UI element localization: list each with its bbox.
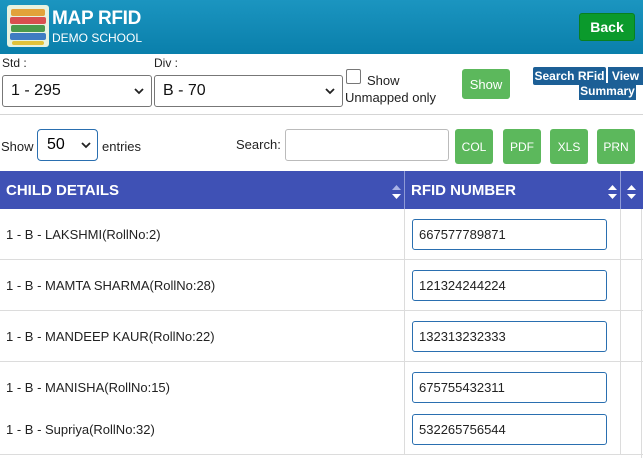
- books-logo-icon: [7, 5, 49, 47]
- search-label: Search:: [236, 137, 281, 152]
- table-row: 1 - B - Supriya(RollNo:32) 532265756544: [0, 404, 643, 455]
- xls-button[interactable]: XLS: [550, 129, 588, 164]
- div-select-value: B - 70: [163, 82, 206, 99]
- rfid-input[interactable]: 667577789871: [412, 219, 607, 250]
- col-button[interactable]: COL: [455, 129, 493, 164]
- rfid-input[interactable]: 675755432311: [412, 372, 607, 403]
- column-header-rfid-number[interactable]: RFID NUMBER: [411, 171, 516, 209]
- show-button[interactable]: Show: [462, 69, 510, 99]
- div-label: Div :: [154, 56, 178, 70]
- prn-button[interactable]: PRN: [597, 129, 635, 164]
- section-divider: [0, 114, 643, 115]
- pdf-button[interactable]: PDF: [503, 129, 541, 164]
- column-separator: [620, 171, 621, 209]
- chevron-down-icon: [81, 142, 91, 149]
- child-details-cell: 1 - B - LAKSHMI(RollNo:2): [6, 227, 161, 242]
- app-title: MAP RFID: [52, 8, 142, 29]
- child-details-cell: 1 - B - MAMTA SHARMA(RollNo:28): [6, 278, 216, 293]
- show-unmapped-label-line1: Show: [367, 73, 400, 88]
- back-button[interactable]: Back: [579, 13, 635, 41]
- entries-select[interactable]: 50: [37, 129, 98, 161]
- show-entries-label: Show: [1, 139, 34, 154]
- rfid-input[interactable]: 532265756544: [412, 414, 607, 445]
- table-right-border: [641, 209, 642, 458]
- child-details-cell: 1 - B - Supriya(RollNo:32): [6, 422, 155, 437]
- chevron-down-icon: [134, 88, 144, 95]
- child-details-cell: 1 - B - MANDEEP KAUR(RollNo:22): [6, 329, 215, 344]
- table-row: 1 - B - MANDEEP KAUR(RollNo:22) 13231323…: [0, 311, 643, 362]
- school-name: DEMO SCHOOL: [52, 31, 143, 45]
- entries-select-value: 50: [47, 136, 65, 153]
- search-input[interactable]: [285, 129, 449, 161]
- std-select[interactable]: 1 - 295: [2, 75, 152, 107]
- column-separator: [404, 171, 405, 209]
- table-header: CHILD DETAILS RFID NUMBER: [0, 171, 643, 209]
- view-summary-button-line2[interactable]: Summary: [579, 83, 636, 100]
- sort-arrows-icon[interactable]: [392, 185, 401, 199]
- entries-label: entries: [102, 139, 142, 154]
- show-unmapped-checkbox[interactable]: [346, 69, 361, 84]
- chevron-down-icon: [325, 88, 335, 95]
- rfid-input[interactable]: 132313232333: [412, 321, 607, 352]
- table-row: 1 - B - LAKSHMI(RollNo:2) 667577789871: [0, 209, 643, 260]
- std-label: Std :: [2, 56, 27, 70]
- app-header: MAP RFID DEMO SCHOOL Back: [0, 0, 643, 54]
- table-row: 1 - B - MAMTA SHARMA(RollNo:28) 12132424…: [0, 260, 643, 311]
- div-select[interactable]: B - 70: [154, 75, 343, 107]
- sort-arrows-icon[interactable]: [627, 185, 636, 199]
- sort-arrows-icon[interactable]: [608, 185, 617, 199]
- std-select-value: 1 - 295: [11, 82, 61, 99]
- column-header-child-details[interactable]: CHILD DETAILS: [6, 171, 119, 209]
- rfid-input[interactable]: 121324244224: [412, 270, 607, 301]
- show-unmapped-label-line2: Unmapped only: [345, 90, 437, 105]
